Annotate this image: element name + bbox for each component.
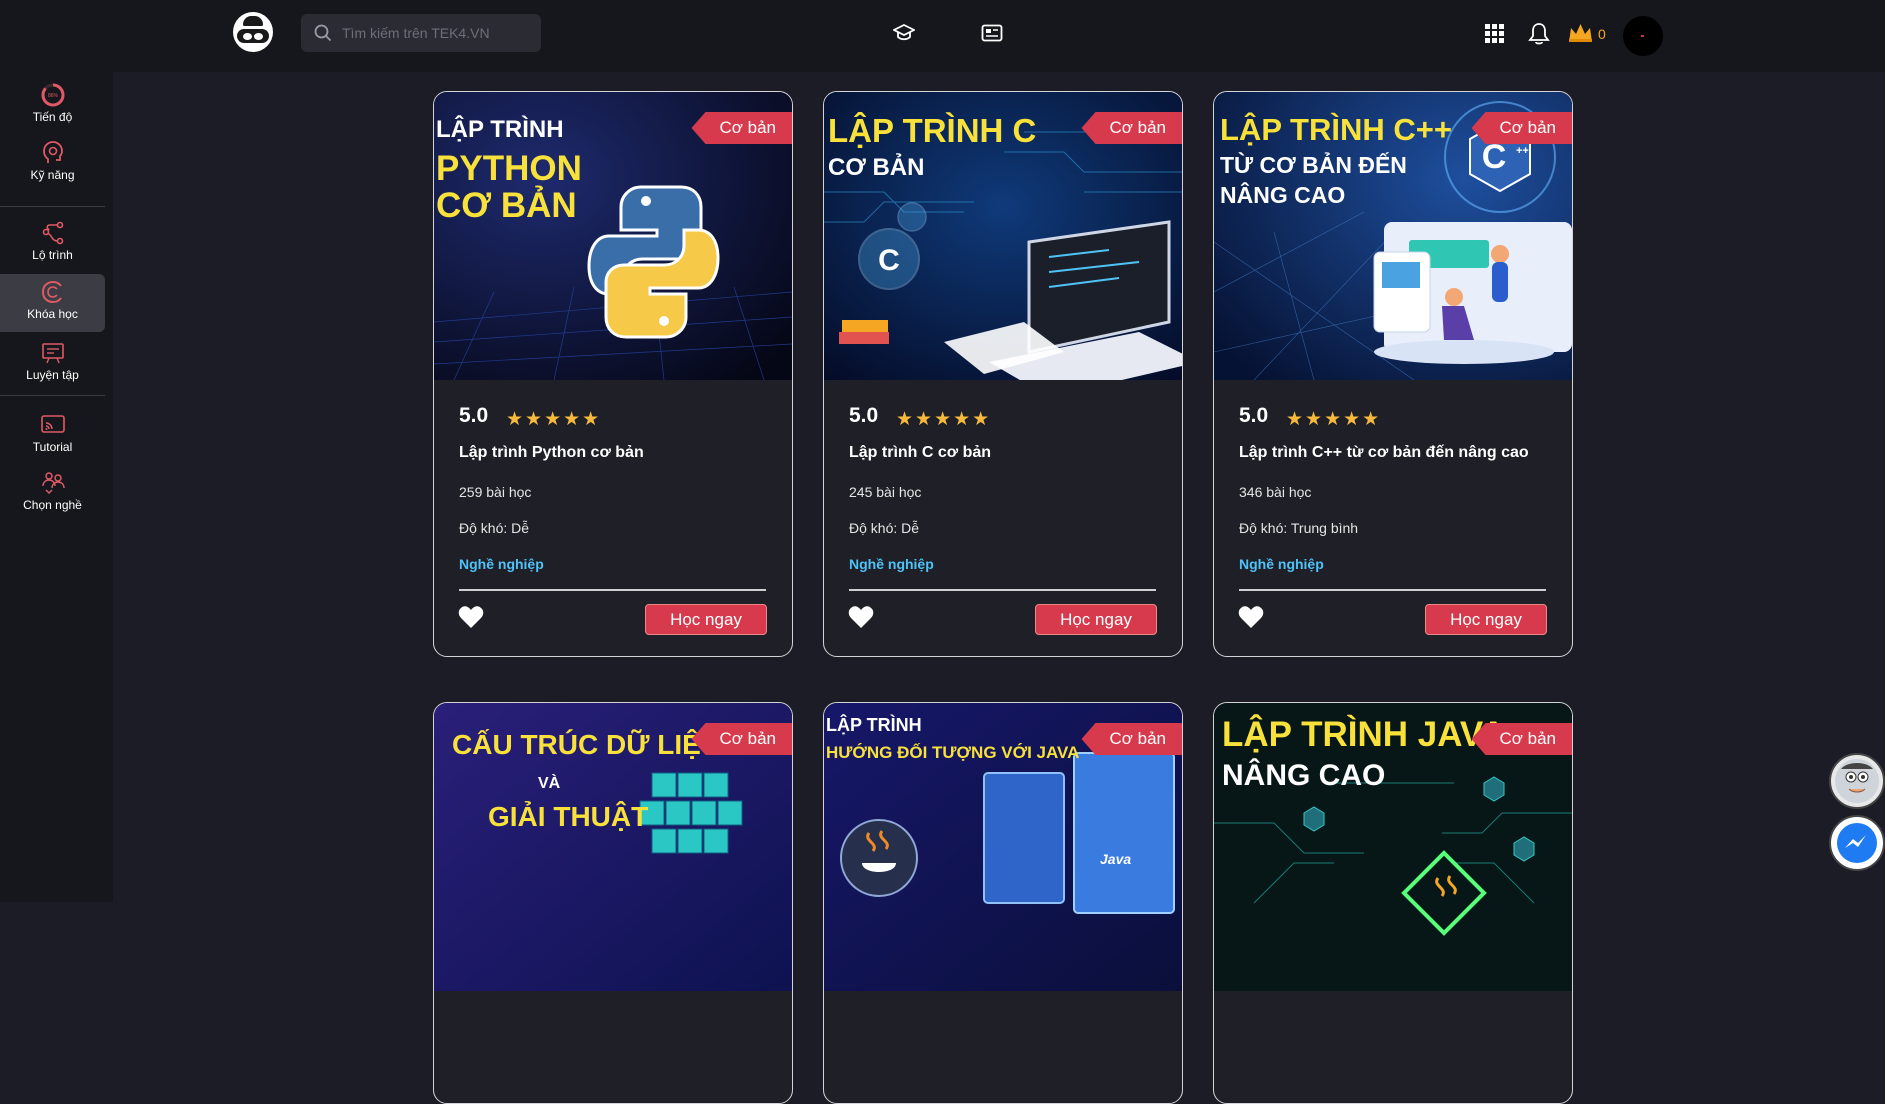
- sidebar-item-label: Kỹ năng: [30, 168, 75, 182]
- rating-value: 5.0: [1239, 404, 1269, 427]
- course-title[interactable]: Lập trình Python cơ bản: [459, 444, 644, 462]
- top-navbar: 0: [0, 0, 1885, 72]
- level-badge: Cơ bản: [1471, 723, 1572, 755]
- course-card[interactable]: CẤU TRÚC DỮ LIỆU VÀ GIẢI THUẬT Cơ bản: [433, 702, 793, 1104]
- thumb-line-1: CẤU TRÚC DỮ LIỆU: [452, 729, 721, 760]
- sidebar-item-label: Luyện tập: [26, 368, 79, 382]
- c-logo-icon: [41, 280, 62, 304]
- thumb-line-3: Java: [1100, 851, 1132, 867]
- thumb-line-3: CƠ BẢN: [436, 186, 577, 225]
- rating-stars: ★★★★★: [506, 409, 602, 430]
- rating-value: 5.0: [849, 404, 879, 427]
- rating-value: 5.0: [459, 404, 489, 427]
- course-card[interactable]: C LẬP TRÌNH C CƠ BẢN Cơ bản 5.0 ★★★★★ Lậ…: [823, 91, 1183, 657]
- thumb-line-3: NÂNG CAO: [1220, 182, 1346, 208]
- heart-icon[interactable]: [848, 606, 874, 629]
- thumb-line-1: LẬP TRÌNH: [826, 715, 922, 735]
- rating-stars: ★★★★★: [1286, 409, 1382, 430]
- career-link[interactable]: Nghề nghiệp: [1239, 556, 1324, 572]
- learn-now-button[interactable]: Học ngay: [1425, 604, 1547, 635]
- bell-icon[interactable]: [1528, 22, 1550, 46]
- sidebar-item-label: Tutorial: [32, 440, 73, 454]
- course-title[interactable]: Lập trình C cơ bản: [849, 444, 991, 462]
- search-icon: [314, 24, 332, 42]
- progress-ring-icon: 86%: [41, 83, 64, 107]
- rating-stars: ★★★★★: [896, 409, 992, 430]
- crown-count: 0: [1598, 26, 1606, 42]
- heart-icon[interactable]: [1238, 606, 1264, 629]
- thumb-line-2: CƠ BẢN: [828, 154, 925, 181]
- learn-now-button[interactable]: Học ngay: [645, 604, 767, 635]
- level-badge: Cơ bản: [1081, 723, 1182, 755]
- course-card[interactable]: LẬP TRÌNH HƯỚNG ĐỐI TƯỢNG VỚI JAVA Java …: [823, 702, 1183, 1104]
- thumb-line-3: GIẢI THUẬT: [488, 801, 649, 832]
- difficulty: Độ khó: Dễ: [459, 520, 530, 536]
- sidebar-item-career[interactable]: Chọn nghề: [0, 470, 105, 526]
- thumb-line-2: HƯỚNG ĐỐI TƯỢNG VỚI JAVA: [826, 743, 1080, 762]
- level-badge: Cơ bản: [1081, 112, 1182, 144]
- thumb-line-2: NÂNG CAO: [1222, 759, 1386, 792]
- lesson-count: 259 bài học: [459, 484, 532, 500]
- level-badge: Cơ bản: [1471, 112, 1572, 144]
- thumb-line-1: LẬP TRÌNH JAVA: [1222, 715, 1506, 754]
- learn-now-button[interactable]: Học ngay: [1035, 604, 1157, 635]
- level-badge: Cơ bản: [691, 112, 792, 144]
- card-divider: [1239, 589, 1546, 591]
- thumb-line-1: LẬP TRÌNH: [436, 116, 564, 143]
- site-logo[interactable]: [233, 12, 273, 52]
- practice-board-icon: [41, 343, 64, 364]
- sidebar-item-courses[interactable]: Khóa học: [0, 274, 105, 332]
- messenger-button[interactable]: [1829, 815, 1885, 871]
- lesson-count: 346 bài học: [1239, 484, 1312, 500]
- course-title[interactable]: Lập trình C++ từ cơ bản đến nâng cao: [1239, 444, 1529, 462]
- apps-grid-icon[interactable]: [1485, 24, 1504, 43]
- thumb-line-1: LẬP TRÌNH C++: [1220, 112, 1452, 147]
- lesson-count: 245 bài học: [849, 484, 922, 500]
- card-divider: [459, 589, 766, 591]
- difficulty: Độ khó: Trung bình: [1239, 520, 1359, 536]
- news-icon[interactable]: [981, 24, 1003, 42]
- sidebar-item-progress[interactable]: 86% Tiến độ: [0, 82, 105, 138]
- thumb-line-1: LẬP TRÌNH C: [828, 112, 1037, 149]
- thumb-line-2: PYTHON: [436, 149, 582, 188]
- sidebar-item-label: Tiến độ: [32, 110, 73, 124]
- user-avatar[interactable]: [1623, 16, 1663, 56]
- search-box[interactable]: [301, 14, 541, 52]
- sidebar-divider: [0, 395, 105, 396]
- graduation-cap-icon[interactable]: [893, 23, 915, 43]
- messenger-icon: [1837, 823, 1877, 863]
- svg-text:C: C: [878, 244, 900, 277]
- career-link[interactable]: Nghề nghiệp: [459, 556, 544, 572]
- search-input[interactable]: [340, 24, 524, 42]
- course-card[interactable]: LẬP TRÌNH PYTHON CƠ BẢN Cơ bản 5.0 ★★★★★…: [433, 91, 793, 657]
- roadmap-icon: [42, 221, 63, 245]
- sidebar-item-label: Khóa học: [27, 307, 78, 321]
- chat-bot-button[interactable]: [1829, 753, 1885, 809]
- cast-screen-icon: [40, 415, 65, 433]
- level-badge: Cơ bản: [691, 723, 792, 755]
- svg-text:++: ++: [1516, 145, 1529, 157]
- course-card[interactable]: LẬP TRÌNH JAVA NÂNG CAO Cơ bản: [1213, 702, 1573, 1104]
- career-link[interactable]: Nghề nghiệp: [849, 556, 934, 572]
- mascot-icon: [1835, 759, 1879, 803]
- sidebar-item-label: Chọn nghề: [23, 498, 82, 512]
- sidebar-divider: [0, 206, 105, 207]
- career-people-icon: [41, 472, 65, 495]
- sidebar-item-roadmap[interactable]: Lộ trình: [0, 220, 105, 276]
- sidebar-item-skills[interactable]: Kỹ năng: [0, 140, 105, 196]
- sidebar-item-practice[interactable]: Luyện tập: [0, 340, 105, 396]
- sidebar-item-label: Lộ trình: [32, 248, 73, 262]
- crown-icon[interactable]: [1567, 22, 1594, 44]
- brain-head-icon: [42, 141, 63, 163]
- sidebar: 86% Tiến độ Kỹ năng Lộ trình Khóa học Lu…: [0, 72, 113, 902]
- heart-icon[interactable]: [458, 606, 484, 629]
- sidebar-item-tutorial[interactable]: Tutorial: [0, 412, 105, 468]
- thumb-line-2: VÀ: [538, 775, 561, 792]
- progress-badge: 86%: [47, 93, 58, 99]
- thumb-line-2: TỪ CƠ BẢN ĐẾN: [1220, 152, 1407, 178]
- difficulty: Độ khó: Dễ: [849, 520, 920, 536]
- course-card[interactable]: C ++ LẬP TRÌNH C++ TỪ CƠ BẢN ĐẾN NÂNG CA…: [1213, 91, 1573, 657]
- card-divider: [849, 589, 1156, 591]
